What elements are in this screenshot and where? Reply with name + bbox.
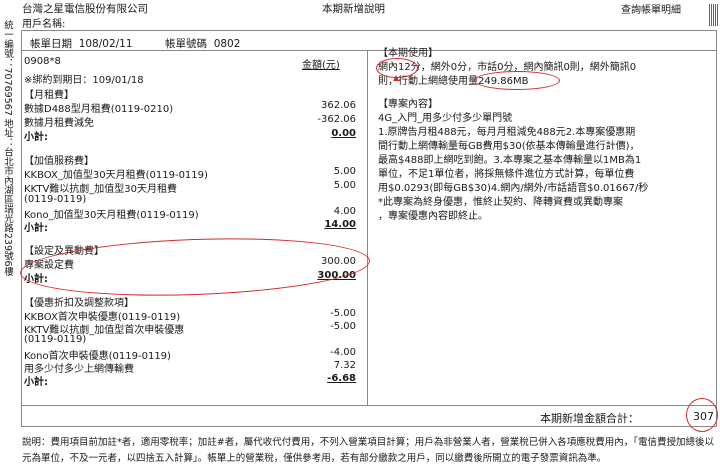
- divider: [367, 50, 368, 405]
- note-line: 元為單位，不及一元者，以四捨五入計算」。帳單上的營業稅，僅供參考用，若有部分繳款…: [22, 453, 607, 464]
- bill-date-label: 帳單日期: [30, 38, 72, 50]
- plan-desc-line: *此專案為終身優惠，惟終止契約、降轉資費或異動專案: [378, 197, 623, 208]
- plan-section-title: 【專案內容】: [378, 99, 438, 110]
- line-item-amount: 5.00: [333, 180, 356, 191]
- company-name: 台灣之星電信股份有限公司: [22, 3, 148, 15]
- plan-desc-line: 單位，不足1單位者，將採無條件進位方式計算，每單位費: [378, 169, 635, 180]
- bill-date-value: 108/02/11: [78, 38, 133, 50]
- plan-desc-line: 1.原牌告月租488元，每月月租減免488元2.本專案優惠期: [378, 127, 636, 138]
- query-bill-detail-link[interactable]: 查詢帳單明細: [621, 1, 681, 16]
- section-title: 【優惠折扣及調整款項】: [24, 298, 134, 309]
- subtotal-amount: -6.68: [327, 373, 356, 384]
- user-name-label: 用戶名稱:: [22, 19, 66, 30]
- line-item-label: (0119-0119): [24, 334, 87, 345]
- line-item-amount: 7.32: [333, 360, 356, 371]
- line-item-amount: 362.06: [321, 100, 356, 111]
- company-info-strip: 統一編號：70769567 地址：台北市內湖區瑞光路239號6樓: [2, 20, 13, 277]
- line-item-amount: 4.00: [333, 206, 356, 217]
- line-item-label: KKTV難以抗劇_加值型30天月租費: [24, 184, 178, 195]
- total-amount: 307: [693, 410, 714, 423]
- divider: [21, 405, 716, 406]
- line-item-label: Kono_加值型30天月租費(0119-0119): [24, 210, 199, 221]
- subtotal-label: 小計:: [24, 377, 48, 388]
- line-item-label: (0119-0119): [24, 194, 87, 205]
- page-title: 本期新增說明: [322, 3, 385, 15]
- bill-number-label: 帳單號碼: [165, 38, 207, 50]
- plan-name: 4G_入門_用多少付多少單門號: [378, 113, 513, 124]
- line-item-amount: -362.06: [317, 114, 356, 125]
- line-item-label: 數據月租費減免: [24, 118, 94, 129]
- usage-section-title: 【本期使用】: [378, 48, 438, 59]
- subtotal-label: 小計:: [24, 223, 48, 234]
- line-item-amount: -5.00: [330, 308, 356, 319]
- plan-desc-line: 用$0.0293(即每GB$30)4.網內/網外/市話語音$0.01667/秒: [378, 183, 649, 194]
- section-title: 【加值服務費】: [24, 156, 94, 167]
- amount-header: 金額(元): [302, 60, 340, 71]
- bill-number: 帳單號碼 0802: [165, 36, 240, 51]
- note-line: 說明：費用項目前加註*者，適用零稅率；加註#者，屬代收代付費用，不列入營業項目計…: [22, 437, 714, 448]
- total-label: 本期新增金額合計：: [540, 412, 639, 425]
- scroll-handle[interactable]: [709, 4, 718, 26]
- subtotal-amount: 0.00: [331, 128, 356, 139]
- line-item-amount: -5.00: [330, 321, 356, 332]
- contract-expiry: ※綁約到期日：109/01/18: [24, 75, 144, 86]
- plan-desc-line: ，專案優惠內容即終止。: [378, 211, 488, 222]
- subtotal-label: 小計:: [24, 132, 48, 143]
- plan-desc-line: 間行動上網傳輸量每GB費用$30(依基本傳輸量進行計價)，: [378, 141, 640, 152]
- bill-date: 帳單日期 108/02/11: [30, 36, 133, 51]
- annotation-circle: [474, 71, 560, 90]
- bill-number-value: 0802: [213, 38, 241, 50]
- plan-desc-line: 最高$488即上網吃到飽。3.本專案之基本傳輸量以1MB為1: [378, 155, 642, 166]
- line-item-label: 數據D488型月租費(0119-0210): [24, 104, 174, 115]
- line-item-label: KKBOX_加值型30天月租費(0119-0119): [24, 170, 208, 181]
- subtotal-amount: 14.00: [324, 219, 356, 230]
- section-title: 【月租費】: [24, 90, 74, 101]
- phone-number: 0908*8: [24, 56, 61, 67]
- line-item-amount: -4.00: [330, 347, 356, 358]
- line-item-amount: 5.00: [333, 166, 356, 177]
- annotation-circle: [376, 58, 418, 78]
